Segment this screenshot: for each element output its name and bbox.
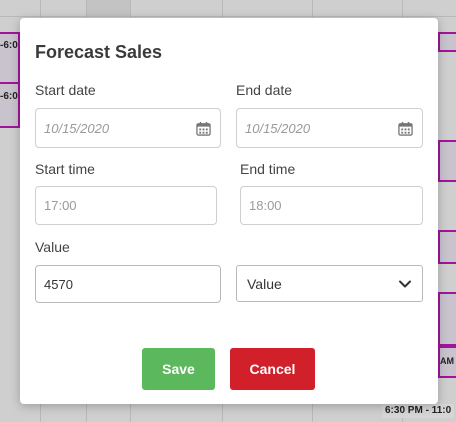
forecast-sales-dialog: Forecast Sales Start date 10/15/2020 End… bbox=[20, 18, 438, 404]
calendar-event[interactable] bbox=[438, 292, 456, 346]
end-date-value: 10/15/2020 bbox=[245, 120, 311, 136]
start-date-value: 10/15/2020 bbox=[44, 120, 110, 136]
calendar-highlight-block bbox=[86, 0, 130, 16]
calendar-event[interactable] bbox=[438, 140, 456, 182]
end-date-label: End date bbox=[236, 82, 293, 98]
end-time-input[interactable]: 18:00 bbox=[240, 186, 423, 225]
calendar-event[interactable] bbox=[438, 230, 456, 264]
screen: -6:0 -6:0 AM 6:30 PM - 11:0 Forecast Sal… bbox=[0, 0, 456, 422]
chevron-down-icon bbox=[399, 280, 411, 288]
calendar-event-time: -6:0 bbox=[0, 91, 18, 102]
calendar-event-time: -6:0 bbox=[0, 40, 18, 51]
end-time-label: End time bbox=[240, 161, 296, 177]
calendar-event[interactable]: AM bbox=[438, 346, 456, 378]
cancel-button[interactable]: Cancel bbox=[230, 348, 315, 390]
dialog-title: Forecast Sales bbox=[35, 42, 163, 62]
value-type-selected: Value bbox=[247, 275, 282, 292]
start-date-input[interactable]: 10/15/2020 bbox=[35, 108, 221, 148]
calendar-icon[interactable] bbox=[398, 121, 413, 136]
calendar-event[interactable]: -6:0 bbox=[0, 82, 20, 128]
end-time-value: 18:00 bbox=[249, 198, 282, 213]
calendar-event-label: 6:30 PM - 11:0 bbox=[382, 404, 455, 418]
value-input-text: 4570 bbox=[44, 276, 73, 292]
calendar-event[interactable] bbox=[438, 32, 456, 52]
calendar-event[interactable]: -6:0 bbox=[0, 32, 20, 84]
calendar-row-line bbox=[0, 16, 456, 17]
start-time-label: Start time bbox=[35, 161, 95, 177]
start-time-input[interactable]: 17:00 bbox=[35, 186, 217, 225]
start-time-value: 17:00 bbox=[44, 198, 77, 213]
start-date-label: Start date bbox=[35, 82, 96, 98]
save-button[interactable]: Save bbox=[142, 348, 215, 390]
value-type-select[interactable]: Value bbox=[236, 265, 423, 302]
calendar-icon[interactable] bbox=[196, 121, 211, 136]
calendar-event-time: AM bbox=[440, 356, 454, 366]
end-date-input[interactable]: 10/15/2020 bbox=[236, 108, 423, 148]
value-input[interactable]: 4570 bbox=[35, 265, 221, 303]
value-label: Value bbox=[35, 239, 70, 255]
